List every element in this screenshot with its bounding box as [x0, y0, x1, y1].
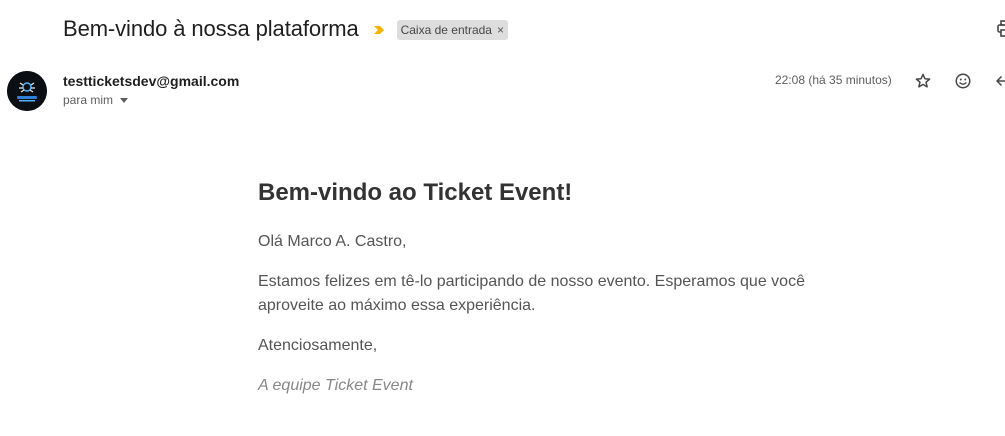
remove-label-button[interactable]: ×: [497, 23, 504, 37]
sender-avatar[interactable]: [7, 71, 47, 111]
reply-icon: [996, 75, 1005, 87]
subject-row: Bem-vindo à nossa plataforma Caixa de en…: [63, 14, 508, 44]
body-paragraph: Estamos felizes em tê-lo participando de…: [258, 273, 805, 314]
star-icon: [915, 73, 931, 88]
importance-marker-icon[interactable]: [373, 24, 385, 36]
body-greeting: Olá Marco A. Castro,: [258, 233, 407, 250]
recipient-details-toggle[interactable]: para mim: [63, 93, 239, 107]
add-reaction-button[interactable]: [953, 71, 973, 91]
star-button[interactable]: [913, 71, 933, 91]
chevron-down-icon[interactable]: [120, 98, 129, 103]
label-chip-text: Caixa de entrada: [400, 22, 492, 37]
sender-block: testticketsdev@gmail.com para mim: [63, 71, 239, 107]
email-body: Bem-vindo ao Ticket Event! Olá Marco A. …: [258, 178, 858, 398]
recipient-label: para mim: [63, 93, 114, 107]
email-subject: Bem-vindo à nossa plataforma: [63, 16, 359, 41]
print-icon[interactable]: [997, 20, 1005, 38]
ticket-event-logo-icon: [7, 71, 47, 111]
label-chip-inbox: Caixa de entrada ×: [396, 19, 508, 40]
sender-email[interactable]: testticketsdev@gmail.com: [63, 71, 239, 91]
body-signature: A equipe Ticket Event: [258, 377, 413, 394]
body-heading: Bem-vindo ao Ticket Event!: [258, 179, 573, 206]
body-closing: Atenciosamente,: [258, 337, 378, 354]
emoji-icon: [955, 73, 971, 89]
reply-button[interactable]: [993, 71, 1005, 91]
message-timestamp: 22:08 (há 35 minutos): [775, 73, 892, 87]
